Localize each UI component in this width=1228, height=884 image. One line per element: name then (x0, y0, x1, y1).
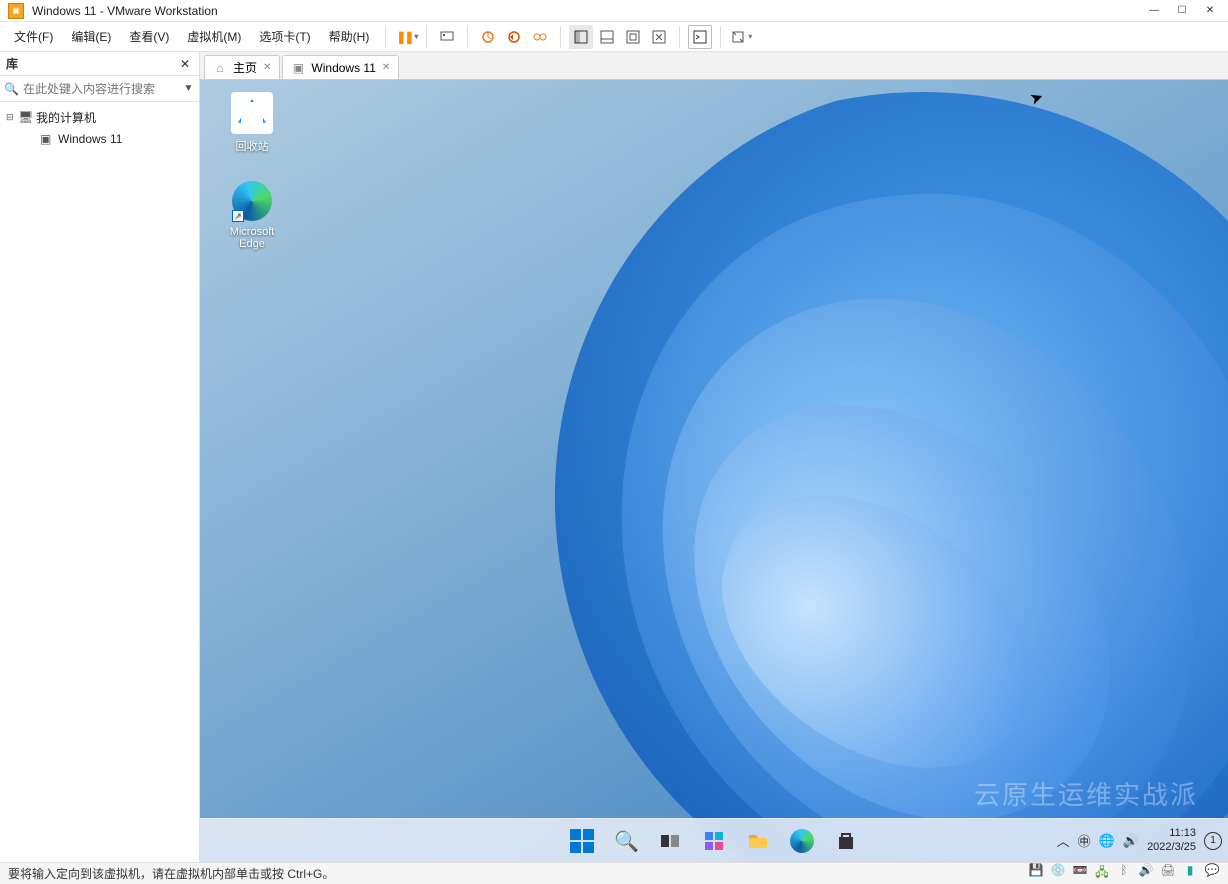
tray-volume-icon[interactable]: 🔊 (1123, 833, 1139, 849)
suspend-button[interactable]: ❚❚ (394, 25, 418, 49)
tab-close-icon[interactable]: ✕ (263, 62, 271, 73)
windows-logo-icon (570, 829, 594, 853)
tab-home[interactable]: ⌂ 主页 ✕ (204, 55, 280, 79)
menu-file[interactable]: 文件(F) (6, 24, 61, 49)
menu-tabs[interactable]: 选项卡(T) (251, 24, 318, 49)
tab-vm-label: Windows 11 (311, 61, 375, 75)
tree-item-windows11[interactable]: ▣ Windows 11 (0, 128, 199, 150)
home-icon: ⌂ (213, 61, 227, 75)
tabstrip: ⌂ 主页 ✕ ▣ Windows 11 ✕ (200, 52, 1228, 80)
menu-help[interactable]: 帮助(H) (321, 24, 378, 49)
menu-edit[interactable]: 编辑(E) (63, 24, 119, 49)
recycle-bin-icon (231, 92, 273, 134)
minimize-button[interactable]: — (1140, 1, 1168, 21)
tray-clock[interactable]: 11:13 2022/3/25 (1147, 827, 1196, 853)
vm-icon: ▣ (40, 132, 58, 146)
status-hint: 要将输入定向到该虚拟机，请在虚拟机内部单击或按 Ctrl+G。 (8, 865, 1028, 882)
view-unity-button[interactable] (647, 25, 671, 49)
view-console-button[interactable] (595, 25, 619, 49)
snapshot-button[interactable] (476, 25, 500, 49)
tray-date: 2022/3/25 (1147, 841, 1196, 854)
taskbar-search-button[interactable]: 🔍 (607, 822, 645, 860)
guest-taskbar: 🔍 ︿ ㊥ 🌐 🔊 11:13 2022/3/25 1 (200, 818, 1228, 862)
task-view-icon (658, 829, 682, 853)
tray-network-icon[interactable]: 🌐 (1099, 833, 1115, 849)
recycle-bin-label: 回收站 (214, 138, 290, 154)
menu-vm[interactable]: 虚拟机(M) (179, 24, 249, 49)
stretch-button[interactable] (729, 25, 753, 49)
search-icon: 🔍 (614, 829, 638, 853)
widgets-button[interactable] (695, 822, 733, 860)
window-title: Windows 11 - VMware Workstation (32, 4, 1140, 18)
status-network-icon[interactable]: 🖧 (1094, 863, 1110, 884)
tree-collapse-icon[interactable]: ⊟ (6, 112, 18, 123)
system-tray: ︿ ㊥ 🌐 🔊 11:13 2022/3/25 1 (1057, 827, 1222, 853)
titlebar: ▣ Windows 11 - VMware Workstation — ☐ ✕ (0, 0, 1228, 22)
library-tree: ⊟ 🖥 我的计算机 ▣ Windows 11 (0, 102, 199, 862)
send-cad-button[interactable] (435, 25, 459, 49)
taskbar-explorer-button[interactable] (739, 822, 777, 860)
status-floppy-icon[interactable]: 📼 (1072, 863, 1088, 884)
library-search: 🔍 ▼ (0, 76, 199, 102)
status-device-icons: 💾 💿 📼 🖧 ᛒ 🔊 🖨 ▮ 💬 (1028, 863, 1220, 884)
app-icon: ▣ (8, 3, 24, 19)
wallpaper-bloom (248, 80, 1228, 862)
tray-language-icon[interactable]: ㊥ (1078, 831, 1091, 850)
store-icon (834, 829, 858, 853)
vm-tab-icon: ▣ (291, 61, 305, 75)
tray-notifications-icon[interactable]: 1 (1204, 832, 1222, 850)
status-cd-icon[interactable]: 💿 (1050, 863, 1066, 884)
library-panel: 库 ✕ 🔍 ▼ ⊟ 🖥 我的计算机 ▣ Windows 11 (0, 52, 200, 862)
console-view-button[interactable] (688, 25, 712, 49)
vm-area: ⌂ 主页 ✕ ▣ Windows 11 ✕ 回收站 ↗ Microso (200, 52, 1228, 862)
snapshot-manager-button[interactable] (528, 25, 552, 49)
view-fullscreen-button[interactable] (621, 25, 645, 49)
statusbar: 要将输入定向到该虚拟机，请在虚拟机内部单击或按 Ctrl+G。 💾 💿 📼 🖧 … (0, 862, 1228, 884)
menubar: 文件(F) 编辑(E) 查看(V) 虚拟机(M) 选项卡(T) 帮助(H) ❚❚ (0, 22, 1228, 52)
library-title: 库 (6, 55, 177, 72)
desktop-icon-edge[interactable]: ↗ Microsoft Edge (214, 180, 290, 250)
taskbar-edge-button[interactable] (783, 822, 821, 860)
status-printer-icon[interactable]: 🖨 (1160, 863, 1176, 884)
tree-item-label: Windows 11 (58, 132, 122, 146)
folder-icon (746, 829, 770, 853)
view-single-button[interactable] (569, 25, 593, 49)
library-search-input[interactable] (19, 82, 182, 96)
revert-snapshot-button[interactable] (502, 25, 526, 49)
close-button[interactable]: ✕ (1196, 1, 1224, 21)
task-view-button[interactable] (651, 822, 689, 860)
library-close-button[interactable]: ✕ (177, 56, 193, 72)
maximize-button[interactable]: ☐ (1168, 1, 1196, 21)
search-dropdown-icon[interactable]: ▼ (182, 83, 195, 94)
tray-time: 11:13 (1147, 827, 1196, 840)
status-sound-icon[interactable]: 🔊 (1138, 863, 1154, 884)
edge-icon (790, 829, 814, 853)
tab-close-icon[interactable]: ✕ (382, 62, 390, 73)
status-usb-icon[interactable]: ᛒ (1116, 863, 1132, 884)
computer-icon: 🖥 (18, 110, 36, 124)
tree-root-label: 我的计算机 (36, 109, 96, 126)
edge-label-2: Edge (214, 238, 290, 250)
status-message-icon[interactable]: 💬 (1204, 863, 1220, 884)
guest-desktop[interactable]: 回收站 ↗ Microsoft Edge ➤ 云原生运维实战派 🔍 (200, 80, 1228, 862)
desktop-icon-recycle-bin[interactable]: 回收站 (214, 92, 290, 154)
tab-home-label: 主页 (233, 59, 257, 76)
taskbar-store-button[interactable] (827, 822, 865, 860)
menu-view[interactable]: 查看(V) (121, 24, 177, 49)
edge-label-1: Microsoft (214, 226, 290, 238)
status-disk-icon[interactable]: 💾 (1028, 863, 1044, 884)
status-display-icon[interactable]: ▮ (1182, 863, 1198, 884)
start-button[interactable] (563, 822, 601, 860)
shortcut-overlay-icon: ↗ (232, 210, 244, 222)
tray-chevron-icon[interactable]: ︿ (1057, 831, 1070, 850)
tree-root-my-computer[interactable]: ⊟ 🖥 我的计算机 (0, 106, 199, 128)
widgets-icon (702, 829, 726, 853)
tab-windows11[interactable]: ▣ Windows 11 ✕ (282, 55, 399, 79)
search-icon: 🔍 (4, 82, 19, 96)
